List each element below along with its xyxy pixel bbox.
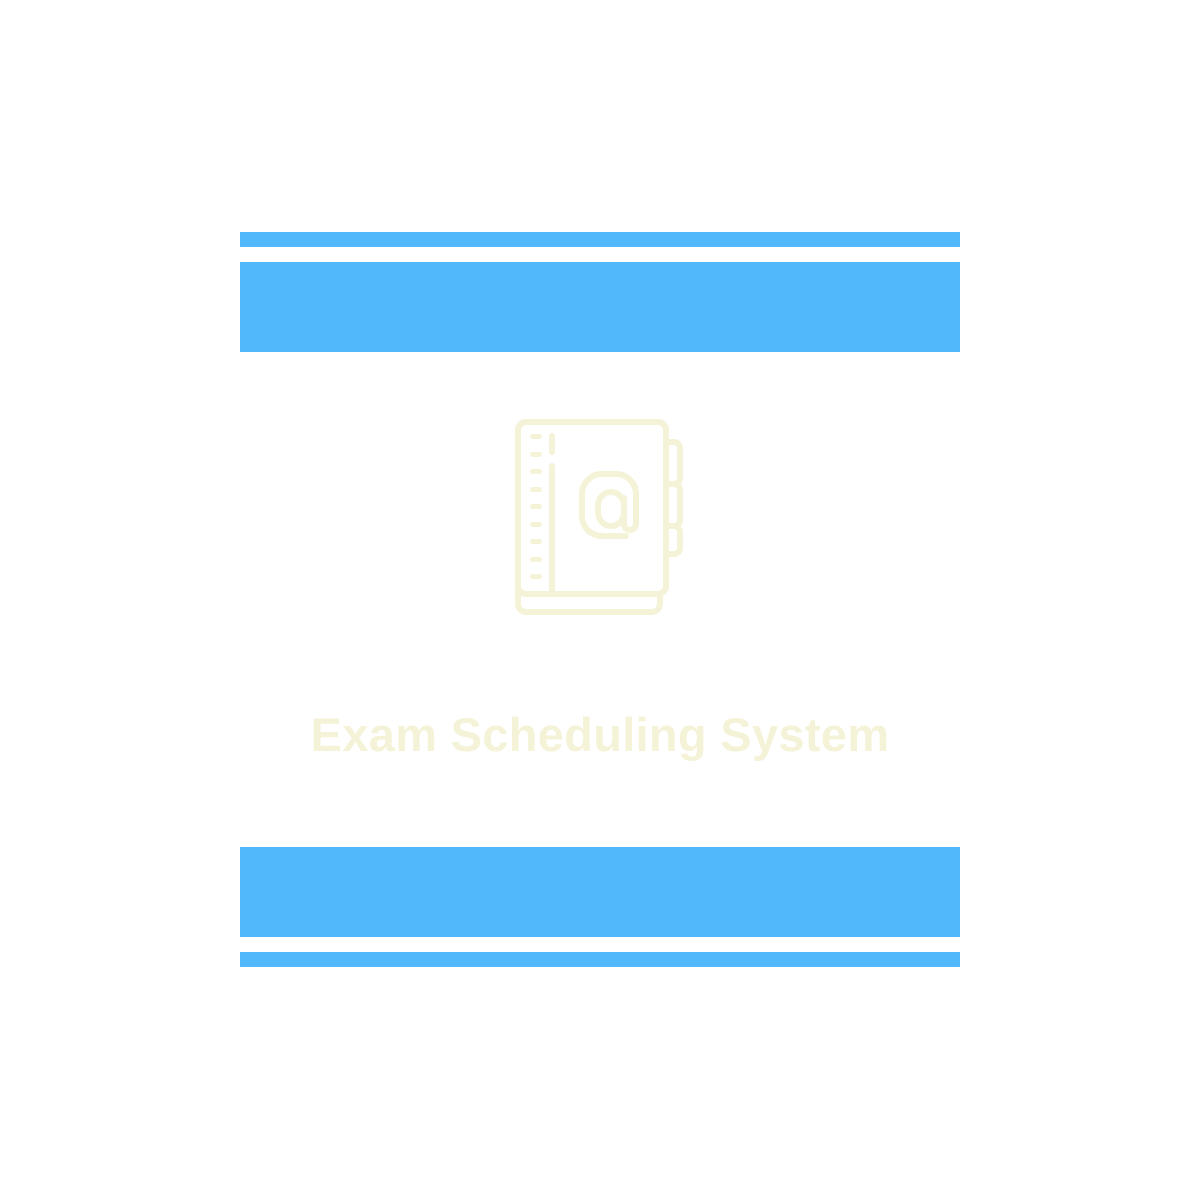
top-thin-stripe [240,232,960,247]
top-thick-stripe [240,262,960,352]
bottom-thin-stripe [240,952,960,967]
logo-canvas: Exam Scheduling System [0,0,1200,1200]
address-book-at-icon [510,414,692,620]
bottom-thick-stripe [240,847,960,937]
logo-title: Exam Scheduling System [310,708,890,761]
